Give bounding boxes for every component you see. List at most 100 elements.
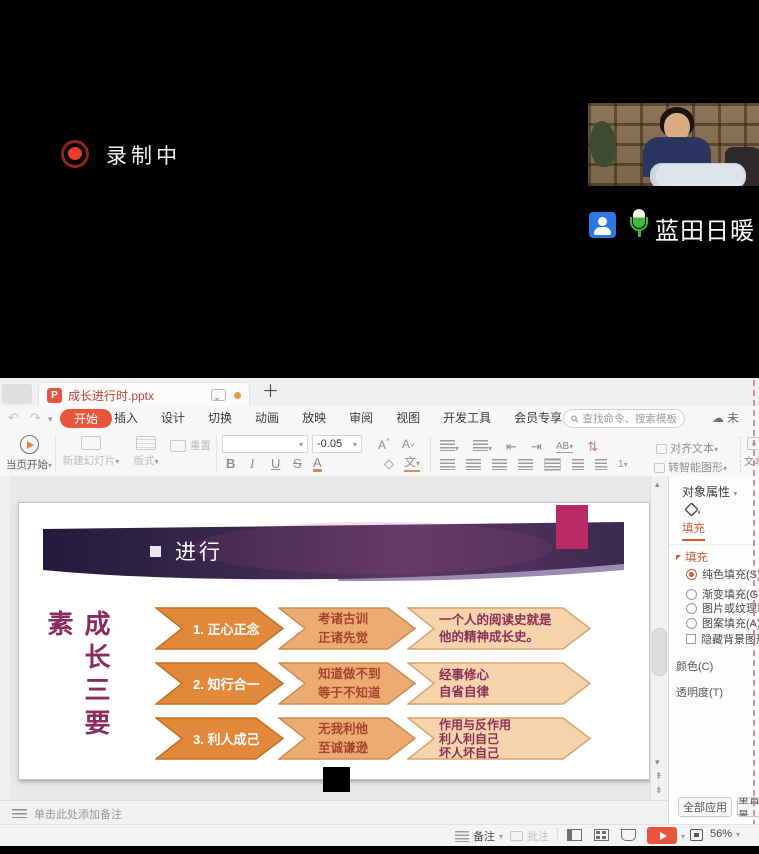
scroll-down-icon[interactable]: ▾ — [655, 757, 660, 768]
chevron-right-3[interactable]: 作用与反作用 利人利自己 坏人坏自己 — [407, 717, 592, 760]
tab-insert[interactable]: 插入 — [114, 409, 138, 426]
window-home-button[interactable] — [2, 384, 32, 404]
line-spacing-a-button[interactable] — [572, 459, 584, 470]
document-title: 成长进行时.pptx — [68, 387, 154, 404]
numbered-list-button[interactable]: ▾ — [473, 438, 492, 456]
chevron-right-1[interactable]: 一个人的阅读史就是 他的精神成长史。 — [407, 607, 592, 650]
distribute-button[interactable] — [544, 458, 561, 471]
layout-button[interactable]: 版式▾ — [126, 436, 166, 468]
slide-title[interactable]: 进行 — [150, 536, 223, 566]
wps-presentation-logo-icon: P — [47, 388, 62, 403]
fill-section-header[interactable]: 填充 — [676, 549, 708, 565]
previous-slide-icon[interactable]: ⇞ — [655, 771, 663, 782]
font-size-select[interactable]: -0.05 ▾ — [312, 435, 362, 453]
chevron-step-3[interactable]: 3. 利人成己 — [155, 717, 285, 760]
webcam-video — [588, 103, 759, 186]
chevron-down-icon: ▾ — [736, 830, 740, 839]
reset-background-button[interactable]: 重置背景 — [737, 797, 759, 817]
text-tool-button[interactable]: 文▾ — [404, 456, 420, 472]
font-family-select[interactable]: ▾ — [222, 435, 308, 453]
chevron-middle-1[interactable]: 考诸古训 正诸先觉 — [278, 607, 417, 650]
character-spacing-button[interactable]: AB▾ — [556, 441, 573, 453]
panel-divider — [669, 544, 759, 545]
cloud-sync-status[interactable]: ☁ 未 — [712, 409, 739, 426]
undo-icon[interactable]: ↶ — [8, 410, 19, 426]
zoom-control[interactable]: 56% ▾ — [710, 828, 740, 840]
font-color-button[interactable]: A — [313, 456, 322, 472]
align-text-button[interactable]: 对齐文本▾ — [656, 440, 718, 456]
line-spacing-b-button[interactable] — [595, 459, 607, 470]
command-search-input[interactable]: 查找命令、搜索模板 — [563, 409, 685, 428]
redo-icon[interactable]: ↷ — [30, 410, 41, 426]
chevron-middle-3[interactable]: 无我利他 至诚谦逊 — [278, 717, 417, 760]
new-tab-button[interactable]: ＋ — [262, 383, 279, 400]
chevron-right-2[interactable]: 经事修心 自省自律 — [407, 662, 592, 705]
notes-placeholder[interactable]: 单击此处添加备注 — [34, 806, 122, 822]
pattern-fill-radio[interactable]: 图案填充(A) — [686, 615, 759, 631]
smart-graphic-button[interactable]: 转智能图形▾ — [654, 459, 727, 475]
tab-member[interactable]: 会员专享 — [514, 409, 562, 426]
tab-devtools[interactable]: 开发工具 — [443, 409, 491, 426]
comments-button[interactable]: 批注 — [510, 828, 549, 844]
panel-title: 对象属性 ▾ — [682, 483, 737, 500]
new-slide-button[interactable]: 新建幻灯片▾ — [60, 436, 122, 468]
notes-toggle-button[interactable]: 备注 ▾ — [455, 828, 503, 844]
play-icon — [660, 832, 667, 840]
bullet-list-button[interactable]: ▾ — [440, 438, 459, 456]
tab-animation[interactable]: 动画 — [255, 409, 279, 426]
tab-slideshow[interactable]: 放映 — [302, 409, 326, 426]
justify-button[interactable] — [518, 459, 533, 470]
document-tab[interactable]: P 成长进行时.pptx — [38, 382, 250, 407]
increase-font-button[interactable]: A^ — [378, 437, 390, 452]
clear-format-button[interactable]: ◇ — [384, 456, 394, 472]
slide-sorter-icon[interactable] — [594, 829, 609, 841]
scroll-up-icon[interactable]: ▴ — [655, 479, 660, 490]
fill-tab[interactable]: 填充 — [682, 520, 705, 541]
scrollbar-thumb[interactable] — [652, 628, 667, 676]
chat-bubble-icon[interactable] — [211, 389, 226, 401]
start-from-current-button[interactable]: 当页开始▾ — [6, 435, 52, 472]
reading-view-icon[interactable] — [621, 829, 636, 841]
line-spacing-menu-button[interactable]: 1▾ — [618, 459, 628, 470]
tab-review[interactable]: 审阅 — [349, 409, 373, 426]
search-placeholder: 查找命令、搜索模板 — [583, 411, 678, 426]
participant-icon — [589, 212, 616, 238]
picture-fill-radio[interactable]: 图片或纹理填充 — [686, 600, 759, 616]
hide-background-checkbox[interactable]: 隐藏背景图形 — [686, 631, 759, 647]
align-right-button[interactable] — [492, 459, 507, 470]
text-box-button[interactable]: A 文本框 — [744, 437, 759, 468]
tab-design[interactable]: 设计 — [161, 409, 185, 426]
decrease-indent-button[interactable]: ⇤ — [506, 439, 517, 455]
chevron-middle-2[interactable]: 知道做不到 等于不知道 — [278, 662, 417, 705]
recording-label: 录制中 — [106, 140, 181, 170]
tab-view[interactable]: 视图 — [396, 409, 420, 426]
normal-view-icon[interactable] — [567, 829, 582, 841]
chevron-step-2[interactable]: 2. 知行合一 — [155, 662, 285, 705]
italic-button[interactable]: I — [250, 456, 254, 472]
underline-button[interactable]: U — [271, 456, 280, 471]
tab-home[interactable]: 开始 — [60, 409, 112, 428]
solid-fill-radio[interactable]: 纯色填充(S) — [686, 566, 759, 582]
increase-indent-button[interactable]: ⇥ — [531, 439, 542, 455]
align-left-button[interactable] — [440, 459, 455, 470]
play-options-caret-icon[interactable]: ▾ — [681, 832, 685, 841]
pillow — [650, 163, 746, 186]
title-banner-shape[interactable] — [43, 520, 624, 583]
radio-icon — [686, 589, 697, 600]
bold-button[interactable]: B — [226, 456, 235, 471]
notes-lines-icon — [12, 809, 27, 818]
align-center-button[interactable] — [466, 459, 481, 470]
quick-access-caret-icon[interactable]: ▾ — [48, 414, 53, 425]
play-slideshow-button[interactable] — [647, 827, 677, 844]
line-sort-button[interactable]: ⇅ — [587, 439, 598, 455]
apply-all-button[interactable]: 全部应用 — [678, 797, 732, 817]
strikethrough-button[interactable]: S — [293, 456, 302, 471]
fit-slide-icon[interactable] — [690, 829, 703, 841]
tab-transition[interactable]: 切换 — [208, 409, 232, 426]
reset-button[interactable]: 重置 — [170, 438, 211, 453]
side-vertical-title[interactable]: 成长三要素 — [80, 610, 114, 768]
magenta-rectangle-shape[interactable] — [556, 505, 588, 549]
chevron-step-1[interactable]: 1. 正心正念 — [155, 607, 285, 650]
decrease-font-button[interactable]: A˅ — [402, 437, 415, 451]
next-slide-icon[interactable]: ⇟ — [655, 785, 663, 796]
